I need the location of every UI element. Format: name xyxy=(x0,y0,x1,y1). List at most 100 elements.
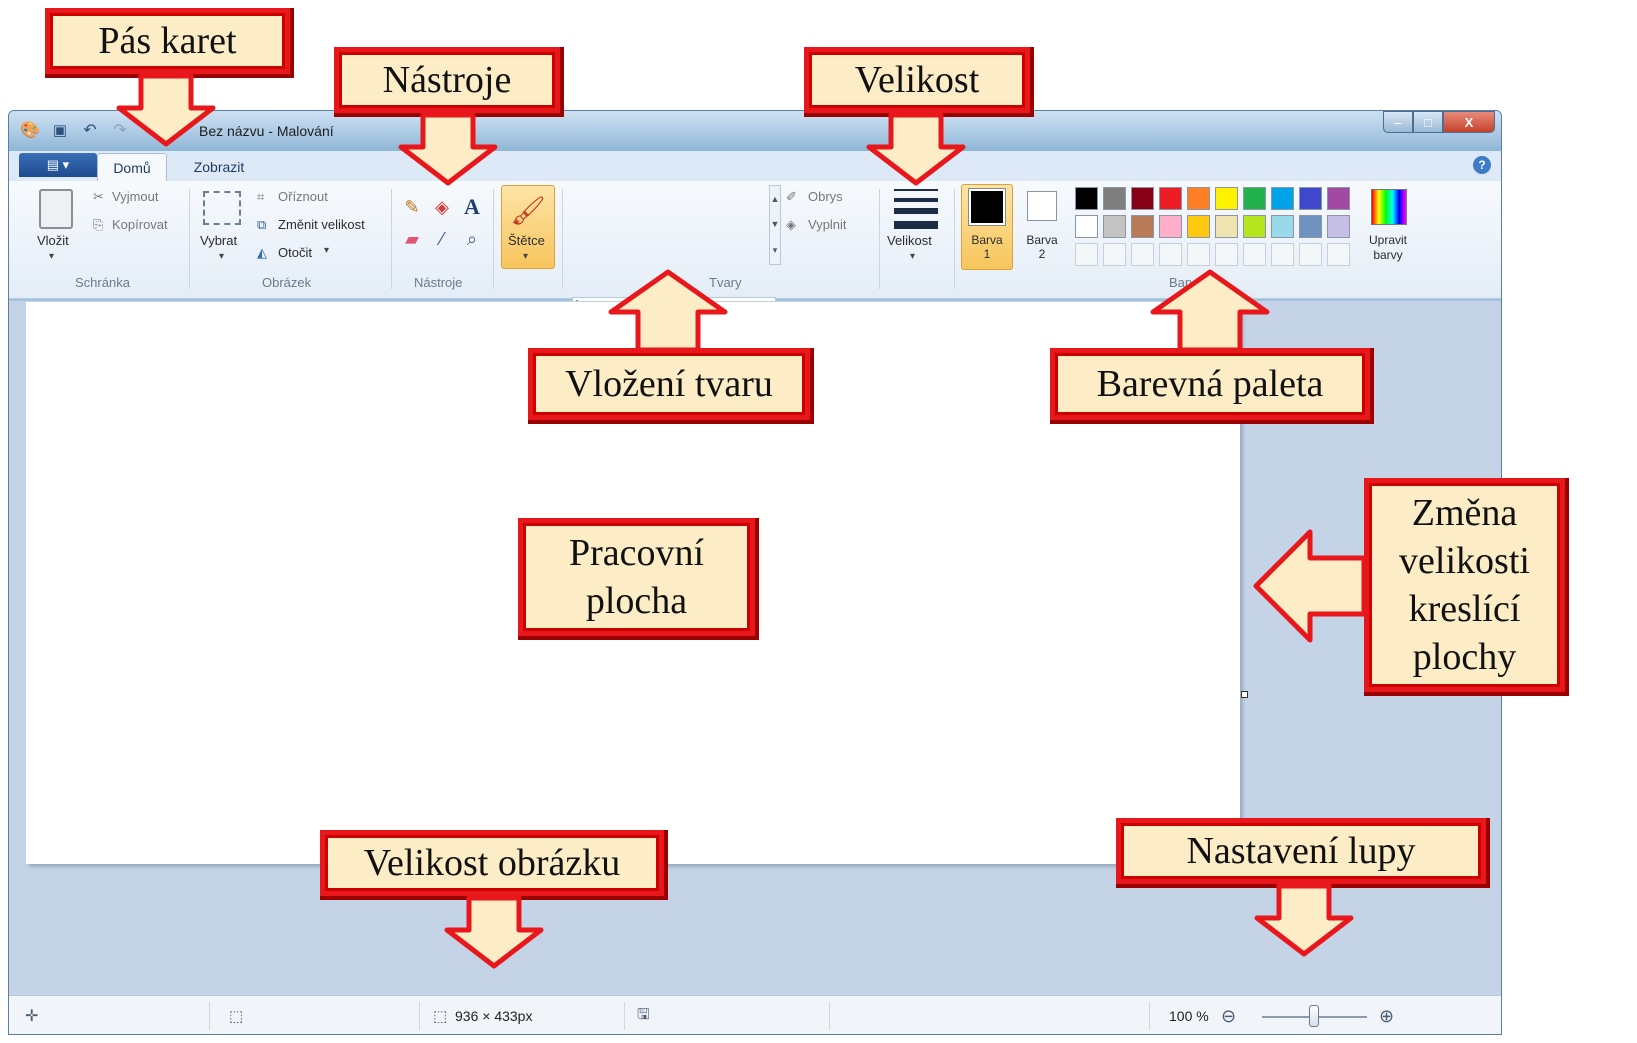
text-tool-icon[interactable]: A xyxy=(458,193,486,221)
crop-button[interactable]: Oříznout xyxy=(278,189,328,204)
line-size-icon[interactable] xyxy=(894,189,938,229)
tab-view[interactable]: Zobrazit xyxy=(179,153,259,181)
zoom-slider-thumb[interactable] xyxy=(1309,1005,1319,1027)
palette-empty-slot[interactable] xyxy=(1243,243,1266,266)
image-size-icon: ⬚ xyxy=(433,1008,448,1025)
palette-color-swatch[interactable] xyxy=(1271,187,1294,210)
selection-size-icon: ⬚ xyxy=(229,1008,244,1025)
palette-color-swatch[interactable] xyxy=(1187,215,1210,238)
select-icon[interactable] xyxy=(203,191,241,225)
fill-icon: ◈ xyxy=(786,217,796,232)
palette-color-swatch[interactable] xyxy=(1215,187,1238,210)
canvas-resize-handle[interactable] xyxy=(1241,691,1248,698)
palette-empty-slot[interactable] xyxy=(1187,243,1210,266)
maximize-button[interactable]: □ xyxy=(1413,111,1443,133)
cut-icon: ✂ xyxy=(93,189,104,204)
edit-colors-icon[interactable] xyxy=(1371,189,1407,225)
zoom-in-icon[interactable]: ⊕ xyxy=(1379,996,1394,1034)
help-icon[interactable]: ? xyxy=(1473,156,1491,174)
palette-color-swatch[interactable] xyxy=(1159,187,1182,210)
palette-empty-slot[interactable] xyxy=(1131,243,1154,266)
brush-icon: 🖌 xyxy=(510,194,546,226)
palette-color-swatch[interactable] xyxy=(1215,215,1238,238)
color2-swatch[interactable] xyxy=(1027,191,1057,221)
edit-colors-button[interactable]: Upravit barvy xyxy=(1357,233,1419,263)
magnifier-icon[interactable]: ⌕ xyxy=(458,225,486,253)
callout-tools: Nástroje xyxy=(334,47,560,113)
tab-home[interactable]: Domů xyxy=(97,153,167,181)
file-menu-button[interactable]: ▤ ▾ xyxy=(19,153,97,177)
size-button[interactable]: Velikost xyxy=(887,233,932,248)
palette-color-swatch[interactable] xyxy=(1327,215,1350,238)
callout-size: Velikost xyxy=(804,47,1030,113)
palette-color-swatch[interactable] xyxy=(1131,187,1154,210)
callout-image-size: Velikost obrázku xyxy=(320,830,664,896)
palette-empty-slot[interactable] xyxy=(1159,243,1182,266)
zoom-out-icon[interactable]: ⊖ xyxy=(1221,996,1236,1034)
title-bar: 🎨 ▣ ↶ ↷ Bez názvu - Malování – □ X xyxy=(9,111,1501,151)
select-dropdown-icon[interactable]: ▾ xyxy=(219,251,224,262)
copy-button[interactable]: Kopírovat xyxy=(112,217,168,232)
color2-label[interactable]: Barva 2 xyxy=(1022,233,1062,261)
paint-app-icon[interactable]: 🎨 xyxy=(19,119,41,141)
palette-empty-slot[interactable] xyxy=(1215,243,1238,266)
arrow-size xyxy=(866,112,966,186)
status-divider xyxy=(1149,1002,1150,1030)
palette-color-swatch[interactable] xyxy=(1243,187,1266,210)
eraser-icon[interactable]: ▰ xyxy=(398,225,426,253)
shapes-scroll[interactable]: ▲ ▼ ▾ xyxy=(769,185,781,265)
palette-color-swatch[interactable] xyxy=(1299,187,1322,210)
window-title: Bez názvu - Malování xyxy=(199,123,334,139)
paste-button[interactable]: Vložit xyxy=(37,233,69,248)
save-icon[interactable]: ▣ xyxy=(49,119,71,141)
color1-swatch xyxy=(968,188,1006,226)
arrow-insert-shape xyxy=(608,269,728,353)
palette-color-swatch[interactable] xyxy=(1327,187,1350,210)
palette-empty-slot[interactable] xyxy=(1075,243,1098,266)
palette-empty-slot[interactable] xyxy=(1327,243,1350,266)
palette-color-swatch[interactable] xyxy=(1075,187,1098,210)
file-size-icon: 🖫 xyxy=(637,1005,650,1023)
paste-dropdown-icon[interactable]: ▾ xyxy=(49,251,54,262)
pencil-icon[interactable]: ✎ xyxy=(398,193,426,221)
cut-button[interactable]: Vyjmout xyxy=(112,189,158,204)
close-button[interactable]: X xyxy=(1443,111,1495,133)
palette-color-swatch[interactable] xyxy=(1075,215,1098,238)
palette-empty-slot[interactable] xyxy=(1271,243,1294,266)
palette-empty-slot[interactable] xyxy=(1103,243,1126,266)
minimize-button[interactable]: – xyxy=(1383,111,1413,133)
palette-color-swatch[interactable] xyxy=(1103,187,1126,210)
palette-color-swatch[interactable] xyxy=(1103,215,1126,238)
fill-button[interactable]: Vyplnit xyxy=(808,217,847,232)
fill-bucket-icon[interactable]: ◈ xyxy=(428,193,456,221)
group-divider xyxy=(391,189,392,289)
group-divider xyxy=(189,189,190,289)
color-picker-icon[interactable]: ⁄ xyxy=(428,225,456,253)
window-controls: – □ X xyxy=(1383,111,1495,133)
palette-color-swatch[interactable] xyxy=(1271,215,1294,238)
resize-button[interactable]: Změnit velikost xyxy=(278,217,365,232)
palette-color-swatch[interactable] xyxy=(1243,215,1266,238)
quick-access-toolbar: 🎨 ▣ ↶ ↷ xyxy=(19,119,131,141)
undo-icon[interactable]: ↶ xyxy=(79,119,101,141)
outline-button[interactable]: Obrys xyxy=(808,189,843,204)
palette-empty-slot[interactable] xyxy=(1299,243,1322,266)
copy-icon: ⎘ xyxy=(93,217,104,232)
callout-insert-shape: Vložení tvaru xyxy=(528,348,810,420)
clipboard-icon[interactable] xyxy=(39,189,73,229)
rotate-dropdown-icon[interactable]: ▾ xyxy=(324,245,329,256)
resize-icon: ⧉ xyxy=(257,217,267,232)
select-button[interactable]: Vybrat xyxy=(200,233,237,248)
group-divider xyxy=(879,189,880,289)
palette-color-swatch[interactable] xyxy=(1299,215,1322,238)
size-dropdown-icon[interactable]: ▾ xyxy=(910,251,915,262)
rotate-button[interactable]: Otočit xyxy=(278,245,312,260)
image-size-text: 936 × 433px xyxy=(455,1008,533,1024)
group-divider xyxy=(562,189,563,289)
palette-color-swatch[interactable] xyxy=(1187,187,1210,210)
callout-resize-canvas: Změna velikosti kreslící plochy xyxy=(1364,478,1565,692)
palette-color-swatch[interactable] xyxy=(1159,215,1182,238)
palette-color-swatch[interactable] xyxy=(1131,215,1154,238)
group-divider xyxy=(954,189,955,289)
status-divider xyxy=(419,1002,420,1030)
